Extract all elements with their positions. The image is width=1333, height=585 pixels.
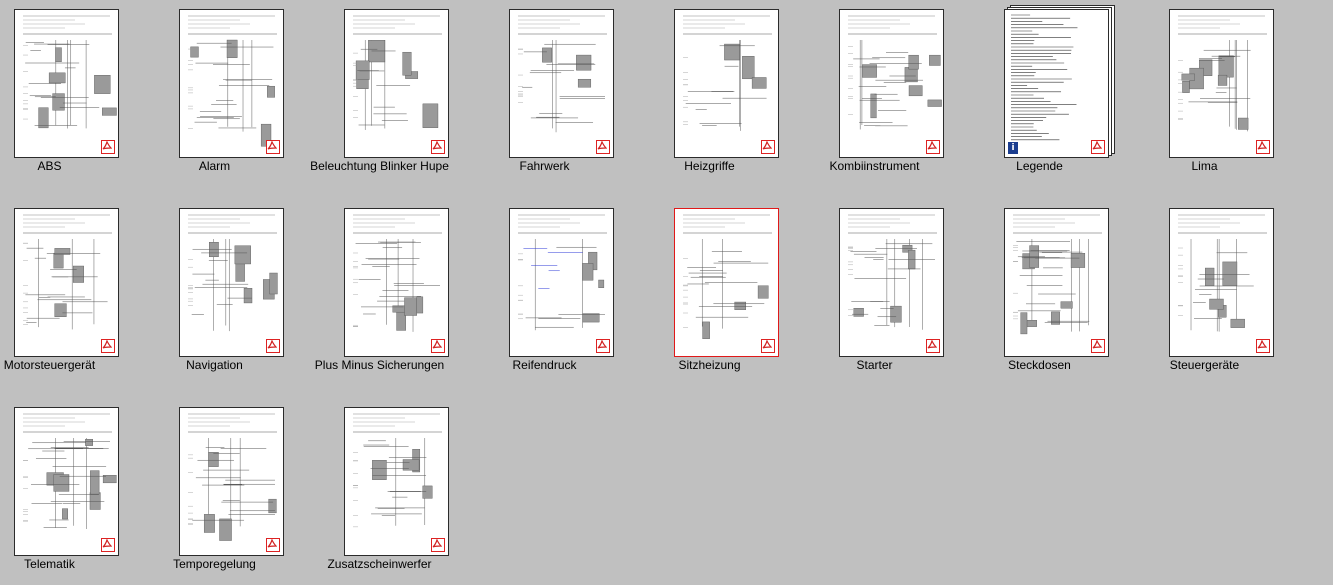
file-name-label[interactable]: Steuergeräte <box>1105 358 1304 372</box>
pdf-file-icon <box>596 140 610 154</box>
schematic-preview <box>518 214 607 331</box>
pdf-file-icon <box>101 140 115 154</box>
file-thumbnail[interactable] <box>179 208 284 357</box>
schematic-preview <box>518 15 607 133</box>
pdf-file-icon <box>926 140 940 154</box>
schematic-preview <box>1178 15 1267 132</box>
file-thumbnail[interactable] <box>179 407 284 556</box>
file-item[interactable]: Fahrwerk <box>462 0 627 175</box>
file-item[interactable]: Steuergeräte <box>1122 199 1287 374</box>
schematic-preview <box>188 15 277 147</box>
file-thumbnail[interactable] <box>14 208 119 357</box>
file-name-label[interactable]: Lima <box>1105 159 1304 173</box>
file-item[interactable]: Motorsteuergerät <box>0 199 132 374</box>
schematic-preview <box>1011 14 1078 141</box>
file-item[interactable]: Temporegelung <box>132 398 297 573</box>
pdf-file-icon <box>431 140 445 154</box>
info-overlay-icon: i <box>1008 142 1018 154</box>
file-item[interactable]: Alarm <box>132 0 297 175</box>
file-item[interactable]: ABS <box>0 0 132 175</box>
file-thumbnail[interactable] <box>14 9 119 158</box>
file-thumbnail[interactable] <box>179 9 284 158</box>
pdf-file-icon <box>596 339 610 353</box>
file-thumbnail[interactable] <box>674 9 779 158</box>
file-thumbnail[interactable] <box>344 407 449 556</box>
pdf-file-icon <box>431 339 445 353</box>
schematic-preview <box>353 15 442 130</box>
file-thumbnail[interactable] <box>509 208 614 357</box>
schematic-preview <box>1178 214 1267 332</box>
schematic-preview <box>23 413 117 530</box>
file-item[interactable]: Beleuchtung Blinker Hupe <box>297 0 462 175</box>
pdf-file-icon <box>266 538 280 552</box>
file-item[interactable]: Sitzheizung <box>627 199 792 374</box>
pdf-file-icon <box>761 339 775 353</box>
file-item[interactable]: Navigation <box>132 199 297 374</box>
schematic-preview <box>353 214 442 332</box>
pdf-file-icon <box>1091 339 1105 353</box>
pdf-file-icon <box>101 538 115 552</box>
file-item[interactable]: Lima <box>1122 0 1287 175</box>
pdf-file-icon <box>266 339 280 353</box>
file-item[interactable]: Zusatzscheinwerfer <box>297 398 462 573</box>
schematic-preview <box>848 15 942 130</box>
pdf-file-icon <box>1256 339 1270 353</box>
schematic-preview <box>188 413 277 541</box>
file-grid: ABS Alarm Beleuchtung Blinker Hupe Fahrwerk… <box>0 0 1333 585</box>
schematic-preview <box>23 214 112 330</box>
file-item[interactable]: Steckdosen <box>957 199 1122 374</box>
pdf-file-icon <box>926 339 940 353</box>
file-item[interactable]: Telematik <box>0 398 132 573</box>
file-thumbnail[interactable] <box>1004 208 1109 357</box>
file-thumbnail[interactable] <box>839 208 944 357</box>
file-thumbnail[interactable] <box>674 208 779 357</box>
file-thumbnail[interactable] <box>344 208 449 357</box>
pdf-file-icon <box>266 140 280 154</box>
file-thumbnail[interactable] <box>1169 208 1274 357</box>
pdf-file-icon <box>1256 140 1270 154</box>
schematic-preview <box>683 214 772 339</box>
pdf-file-icon <box>431 538 445 552</box>
schematic-preview <box>848 214 937 330</box>
file-item[interactable]: Plus Minus Sicherungen <box>297 199 462 374</box>
file-thumbnail[interactable] <box>344 9 449 158</box>
file-thumbnail[interactable] <box>839 9 944 158</box>
file-thumbnail[interactable] <box>509 9 614 158</box>
pdf-file-icon <box>761 140 775 154</box>
pdf-file-icon <box>1091 140 1105 154</box>
file-thumbnail[interactable]: i <box>1004 9 1109 158</box>
file-item[interactable]: Kombiinstrument <box>792 0 957 175</box>
file-item[interactable]: Reifendruck <box>462 199 627 374</box>
file-thumbnail[interactable] <box>1169 9 1274 158</box>
schematic-preview <box>683 15 772 131</box>
pdf-file-icon <box>101 339 115 353</box>
file-name-label[interactable]: Zusatzscheinwerfer <box>280 557 479 571</box>
file-thumbnail[interactable] <box>14 407 119 556</box>
schematic-preview <box>1013 214 1102 335</box>
schematic-preview <box>188 214 278 332</box>
file-item[interactable]: Starter <box>792 199 957 374</box>
schematic-preview <box>353 413 442 528</box>
file-item[interactable]: i Legende <box>957 0 1122 175</box>
file-item[interactable]: Heizgriffe <box>627 0 792 175</box>
schematic-preview <box>23 15 117 129</box>
